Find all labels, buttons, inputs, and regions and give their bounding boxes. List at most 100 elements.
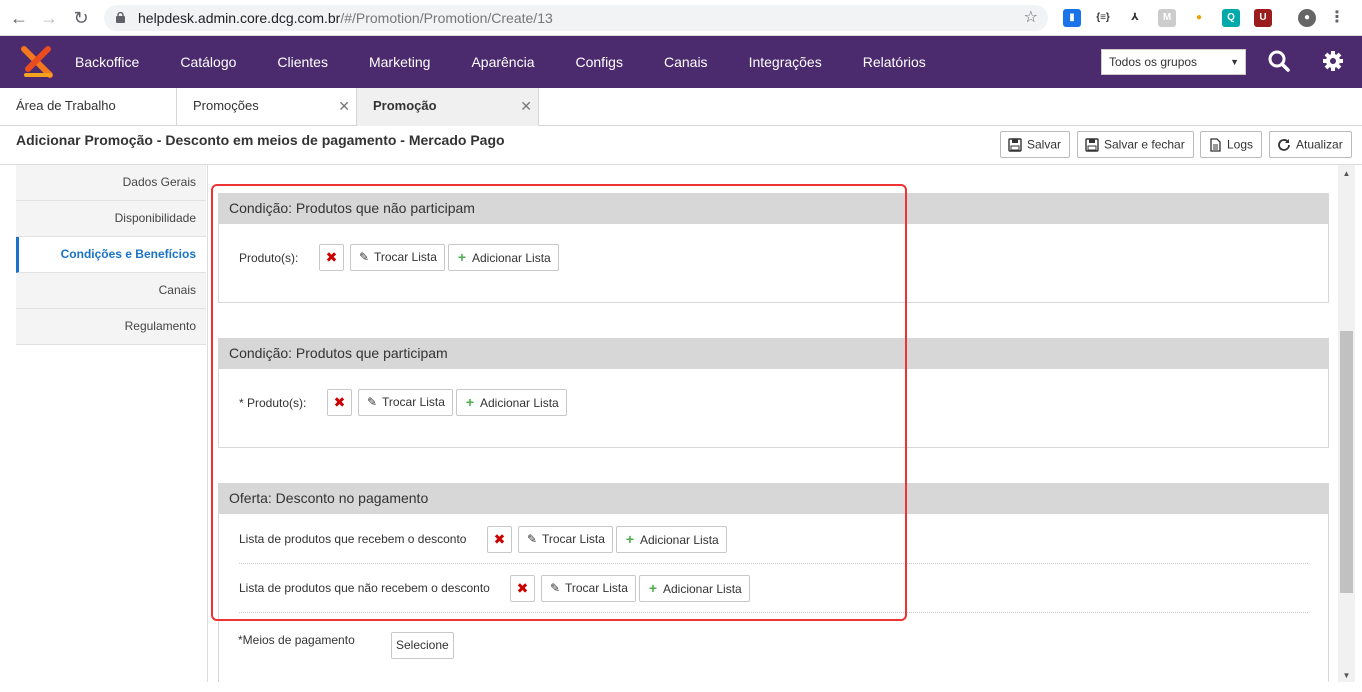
url-host: helpdesk.admin.core.dcg.com.br — [138, 10, 341, 26]
extension-icon[interactable]: ⅄ — [1126, 9, 1144, 27]
refresh-icon — [1278, 138, 1290, 151]
menu-item-relatorios[interactable]: Relatórios — [863, 36, 926, 88]
menu-item-aparencia[interactable]: Aparência — [471, 36, 534, 88]
save-label: Salvar — [1027, 137, 1062, 152]
menu-item-canais[interactable]: Canais — [664, 36, 708, 88]
tab-label: Área de Trabalho — [16, 98, 116, 113]
add-list-button[interactable]: + Adicionar Lista — [448, 244, 559, 271]
close-icon[interactable]: ✕ — [338, 88, 350, 124]
field-label: * Produto(s): — [239, 396, 307, 410]
remove-list-button[interactable]: ✖ — [487, 526, 512, 553]
section-title: Condição: Produtos que não participam — [219, 193, 1328, 224]
extension-icon[interactable]: Q — [1222, 9, 1240, 27]
main-content: Condição: Produtos que não participam Pr… — [207, 165, 1338, 682]
swap-list-label: Trocar Lista — [374, 250, 437, 264]
extension-icon[interactable]: ● — [1190, 9, 1208, 27]
section-nav: Dados Gerais Disponibilidade Condições e… — [16, 165, 206, 345]
scroll-up-arrow-icon[interactable]: ▲ — [1338, 169, 1355, 178]
pencil-icon: ✎ — [366, 395, 378, 409]
add-list-label: Adicionar Lista — [640, 533, 719, 547]
group-select[interactable]: Todos os grupos ▼ — [1101, 49, 1246, 75]
section-nav-item-disponibilidade[interactable]: Disponibilidade — [16, 201, 206, 237]
forward-arrow-icon[interactable]: → — [38, 7, 60, 29]
remove-list-button[interactable]: ✖ — [510, 575, 535, 602]
swap-list-button[interactable]: ✎ Trocar Lista — [541, 575, 636, 602]
page-title: Adicionar Promoção - Desconto em meios d… — [16, 132, 505, 148]
remove-icon: ✖ — [493, 531, 506, 547]
plus-icon: + — [457, 249, 467, 265]
plus-icon: + — [465, 394, 475, 410]
save-and-close-button[interactable]: Salvar e fechar — [1077, 131, 1194, 158]
tab-area-de-trabalho[interactable]: Área de Trabalho — [0, 88, 177, 126]
add-list-button[interactable]: + Adicionar Lista — [639, 575, 750, 602]
menu-item-backoffice[interactable]: Backoffice — [75, 36, 139, 88]
tab-label: Promoções — [193, 98, 259, 113]
section-payment-discount: Oferta: Desconto no pagamento Lista de p… — [218, 483, 1329, 682]
swap-list-button[interactable]: ✎ Trocar Lista — [350, 244, 445, 271]
remove-icon: ✖ — [325, 249, 338, 265]
search-icon[interactable] — [1267, 49, 1291, 73]
reload-icon[interactable]: ↻ — [70, 7, 92, 29]
row-divider — [239, 612, 1308, 613]
tab-promocao[interactable]: Promoção ✕ — [356, 88, 539, 126]
section-nav-item-canais[interactable]: Canais — [16, 273, 206, 309]
address-bar[interactable]: helpdesk.admin.core.dcg.com.br/#/Promoti… — [104, 5, 1048, 31]
more-menu-icon[interactable]: ⋮ — [1328, 9, 1346, 27]
logs-button[interactable]: Logs — [1200, 131, 1263, 158]
pencil-icon: ✎ — [549, 581, 561, 595]
section-nav-item-condicoes[interactable]: Condições e Benefícios — [16, 237, 206, 273]
tab-promocoes[interactable]: Promoções ✕ — [177, 88, 357, 126]
remove-icon: ✖ — [333, 394, 346, 410]
swap-list-button[interactable]: ✎ Trocar Lista — [518, 526, 613, 553]
add-list-button[interactable]: + Adicionar Lista — [456, 389, 567, 416]
pencil-icon: ✎ — [526, 532, 538, 546]
swap-list-label: Trocar Lista — [542, 532, 605, 546]
url-text: helpdesk.admin.core.dcg.com.br/#/Promoti… — [138, 5, 553, 31]
payment-methods-select[interactable]: Selecione — [391, 632, 454, 659]
menu-item-integracoes[interactable]: Integrações — [749, 36, 822, 88]
form-row: Lista de produtos que não recebem o desc… — [219, 564, 1328, 613]
scrollbar[interactable]: ▲ ▼ — [1338, 165, 1355, 682]
tab-bar: Área de Trabalho Promoções ✕ Promoção ✕ — [0, 88, 1362, 126]
shield-extension-icon[interactable]: U — [1254, 9, 1272, 27]
close-icon[interactable]: ✕ — [520, 88, 532, 124]
remove-list-button[interactable]: ✖ — [327, 389, 352, 416]
scroll-down-arrow-icon[interactable]: ▼ — [1338, 671, 1355, 680]
url-path: /#/Promotion/Promotion/Create/13 — [340, 10, 553, 26]
extension-icon[interactable]: ▮ — [1063, 9, 1081, 27]
add-list-label: Adicionar Lista — [663, 582, 742, 596]
add-list-label: Adicionar Lista — [480, 396, 559, 410]
field-label: Lista de produtos que não recebem o desc… — [239, 581, 490, 595]
menu-item-marketing[interactable]: Marketing — [369, 36, 430, 88]
form-row: * Produto(s): ✖ ✎ Trocar Lista + Adicionar… — [219, 369, 1328, 437]
save-button[interactable]: Salvar — [1000, 131, 1071, 158]
swap-list-button[interactable]: ✎ Trocar Lista — [358, 389, 453, 416]
refresh-button[interactable]: Atualizar — [1269, 131, 1352, 158]
logo-icon — [21, 46, 53, 78]
section-excluded-products: Condição: Produtos que não participam Pr… — [218, 193, 1329, 303]
scrollbar-thumb[interactable] — [1340, 331, 1353, 593]
add-list-button[interactable]: + Adicionar Lista — [616, 526, 727, 553]
back-arrow-icon[interactable]: ← — [8, 7, 30, 29]
section-nav-item-dados-gerais[interactable]: Dados Gerais — [16, 165, 206, 201]
main-menu: Backoffice Catálogo Clientes Marketing A… — [75, 36, 967, 88]
logs-label: Logs — [1227, 137, 1254, 152]
extension-icon[interactable]: M — [1158, 9, 1176, 27]
menu-item-catalogo[interactable]: Catálogo — [180, 36, 236, 88]
gear-icon[interactable] — [1321, 49, 1345, 73]
menu-item-configs[interactable]: Configs — [576, 36, 623, 88]
swap-list-label: Trocar Lista — [565, 581, 628, 595]
section-title: Oferta: Desconto no pagamento — [219, 483, 1328, 514]
menu-item-clientes[interactable]: Clientes — [277, 36, 328, 88]
app-header: Backoffice Catálogo Clientes Marketing A… — [0, 36, 1362, 88]
payment-methods-label: *Meios de pagamento — [238, 633, 355, 647]
section-included-products: Condição: Produtos que participam * Prod… — [218, 338, 1329, 448]
refresh-label: Atualizar — [1296, 137, 1343, 152]
bookmark-star-icon[interactable]: ☆ — [1024, 5, 1038, 31]
json-extension-icon[interactable]: {≡} — [1094, 9, 1112, 27]
avatar[interactable]: ● — [1298, 9, 1316, 27]
section-title: Condição: Produtos que participam — [219, 338, 1328, 369]
document-icon — [1210, 138, 1221, 152]
remove-list-button[interactable]: ✖ — [319, 244, 344, 271]
section-nav-item-regulamento[interactable]: Regulamento — [16, 309, 206, 345]
